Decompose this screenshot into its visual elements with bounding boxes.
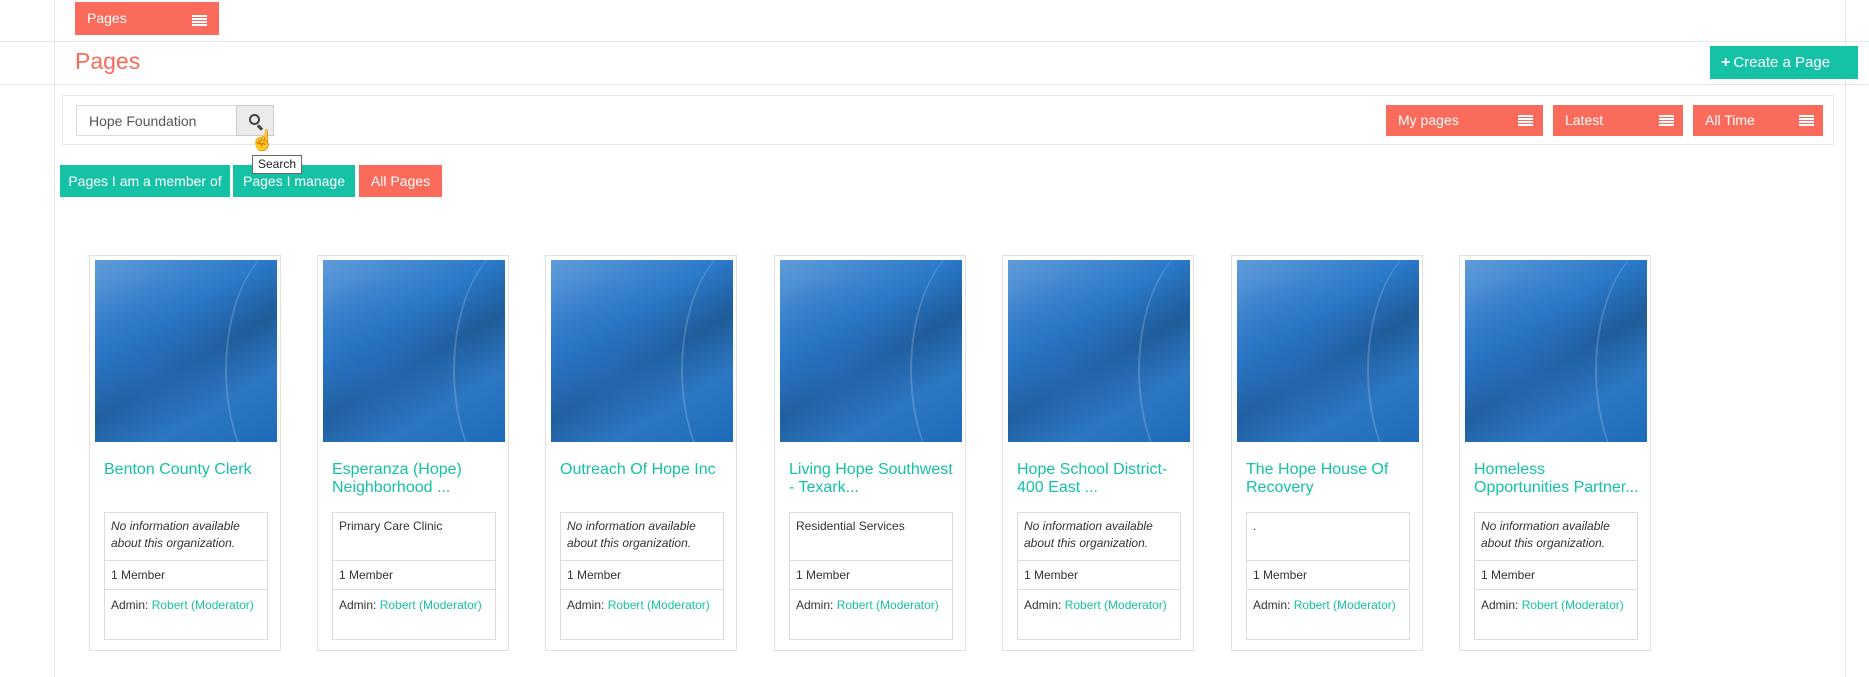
page-card-info: No information available about this orga… [560, 512, 724, 640]
page-card-members: 1 Member [105, 561, 267, 590]
page-card-admin: Admin: Robert (Moderator) [105, 590, 267, 620]
search-input[interactable] [76, 105, 236, 136]
hamburger-icon [1799, 115, 1814, 127]
page-card-title[interactable]: Homeless Opportunities Partner... [1474, 461, 1644, 497]
sort-filter-dropdown[interactable]: Latest [1553, 105, 1683, 136]
page-card: Living Hope Southwest - Texark... Reside… [774, 255, 966, 651]
page-thumbnail[interactable] [551, 260, 733, 442]
page-card-description: Residential Services [790, 513, 952, 561]
page-card-members: 1 Member [1247, 561, 1409, 590]
page-card-title[interactable]: The Hope House Of Recovery [1246, 461, 1416, 497]
right-divider [1845, 0, 1846, 677]
page-card: Esperanza (Hope) Neighborhood ... Primar… [317, 255, 509, 651]
page-card-info: Primary Care Clinic 1 Member Admin: Robe… [332, 512, 496, 640]
header-divider [0, 84, 1869, 85]
page-card-info: No information available about this orga… [1474, 512, 1638, 640]
page-card-admin: Admin: Robert (Moderator) [790, 590, 952, 620]
tab-all-pages[interactable]: All Pages [359, 165, 442, 197]
page-card: Outreach Of Hope Inc No information avai… [545, 255, 737, 651]
page-card: Hope School District-400 East ... No inf… [1002, 255, 1194, 651]
page-card: The Hope House Of Recovery . 1 Member Ad… [1231, 255, 1423, 651]
admin-label: Admin: [796, 598, 834, 612]
admin-label: Admin: [1253, 598, 1291, 612]
pages-dropdown[interactable]: Pages [75, 2, 219, 35]
search-tooltip: Search [252, 155, 303, 174]
page-card-members: 1 Member [561, 561, 723, 590]
page-card: Benton County Clerk No information avail… [89, 255, 281, 651]
create-page-button[interactable]: + Create a Page [1710, 46, 1858, 79]
admin-label: Admin: [111, 598, 149, 612]
page-card-description: . [1247, 513, 1409, 561]
admin-link[interactable]: Robert (Moderator) [1065, 598, 1167, 612]
page-title: Pages [75, 48, 141, 74]
page-thumbnail[interactable] [95, 260, 277, 442]
pages-dropdown-label: Pages [87, 10, 127, 26]
page-card-info: No information available about this orga… [1017, 512, 1181, 640]
page-card-info: No information available about this orga… [104, 512, 268, 640]
admin-link[interactable]: Robert (Moderator) [608, 598, 710, 612]
page-card: Homeless Opportunities Partner... No inf… [1459, 255, 1651, 651]
page-thumbnail[interactable] [1237, 260, 1419, 442]
page-card-title[interactable]: Esperanza (Hope) Neighborhood ... [332, 461, 502, 497]
page-card-members: 1 Member [1475, 561, 1637, 590]
tab-member-of[interactable]: Pages I am a member of [60, 165, 230, 197]
admin-link[interactable]: Robert (Moderator) [837, 598, 939, 612]
page-thumbnail[interactable] [323, 260, 505, 442]
admin-link[interactable]: Robert (Moderator) [1294, 598, 1396, 612]
page-card-admin: Admin: Robert (Moderator) [1247, 590, 1409, 620]
top-divider [0, 41, 1869, 42]
page-card-admin: Admin: Robert (Moderator) [1475, 590, 1637, 620]
page-card-title[interactable]: Hope School District-400 East ... [1017, 461, 1187, 497]
plus-icon: + [1721, 54, 1731, 71]
page-card-title[interactable]: Benton County Clerk [104, 461, 274, 479]
time-range-filter-label: All Time [1705, 112, 1755, 128]
hamburger-icon [192, 15, 207, 27]
page-card-members: 1 Member [1018, 561, 1180, 590]
page-card-members: 1 Member [790, 561, 952, 590]
page-card-description: No information available about this orga… [1018, 513, 1180, 561]
create-page-label: Create a Page [1733, 54, 1831, 71]
admin-label: Admin: [1024, 598, 1062, 612]
page-card-members: 1 Member [333, 561, 495, 590]
hamburger-icon [1518, 115, 1533, 127]
admin-label: Admin: [1481, 598, 1519, 612]
page-card-info: Residential Services 1 Member Admin: Rob… [789, 512, 953, 640]
left-divider [54, 0, 55, 677]
page-card-info: . 1 Member Admin: Robert (Moderator) [1246, 512, 1410, 640]
pointer-cursor-icon: ☝ [250, 130, 275, 152]
time-range-filter-dropdown[interactable]: All Time [1693, 105, 1823, 136]
page-card-description: No information available about this orga… [561, 513, 723, 561]
page-card-description: Primary Care Clinic [333, 513, 495, 561]
page-card-description: No information available about this orga… [1475, 513, 1637, 561]
hamburger-icon [1659, 115, 1674, 127]
sort-filter-label: Latest [1565, 112, 1604, 128]
admin-link[interactable]: Robert (Moderator) [380, 598, 482, 612]
admin-link[interactable]: Robert (Moderator) [152, 598, 254, 612]
admin-label: Admin: [567, 598, 605, 612]
ownership-filter-label: My pages [1398, 112, 1459, 128]
page-card-title[interactable]: Living Hope Southwest - Texark... [789, 461, 959, 497]
ownership-filter-dropdown[interactable]: My pages [1386, 105, 1543, 136]
page-card-description: No information available about this orga… [105, 513, 267, 561]
page-thumbnail[interactable] [780, 260, 962, 442]
page-thumbnail[interactable] [1008, 260, 1190, 442]
page-card-admin: Admin: Robert (Moderator) [561, 590, 723, 620]
admin-label: Admin: [339, 598, 377, 612]
page-card-admin: Admin: Robert (Moderator) [333, 590, 495, 620]
admin-link[interactable]: Robert (Moderator) [1522, 598, 1624, 612]
page-card-title[interactable]: Outreach Of Hope Inc [560, 461, 730, 479]
page-card-admin: Admin: Robert (Moderator) [1018, 590, 1180, 620]
page-thumbnail[interactable] [1465, 260, 1647, 442]
